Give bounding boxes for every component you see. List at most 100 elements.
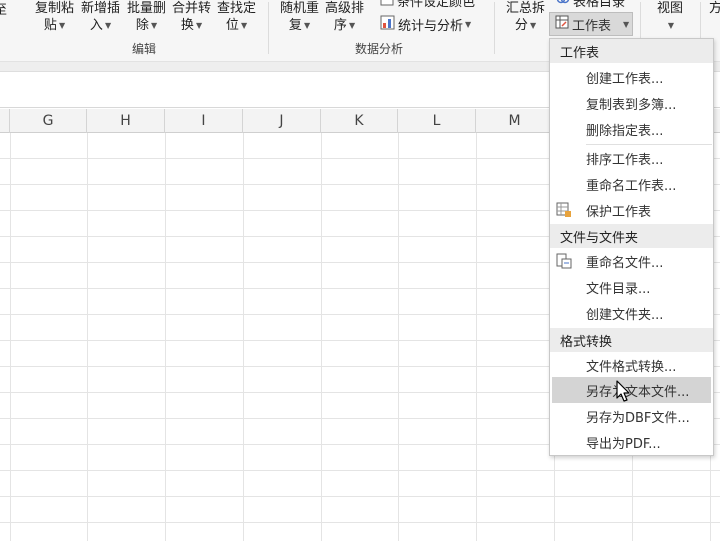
copy-paste-label: 复制粘 (35, 1, 75, 16)
random-repeat-label: 随机重 (280, 1, 320, 16)
menu-item-label: 删除指定表... (586, 123, 664, 139)
rename-file-icon (556, 253, 572, 269)
merge-convert-label-2: 换 (180, 18, 194, 33)
batch-delete-button[interactable]: 批量删 除 ▼ (127, 0, 166, 34)
insert-label-2: 入 (89, 18, 103, 33)
menu-item-protect-sheets[interactable]: 保护工作表 (550, 197, 713, 223)
stats-analysis-label: 统计与分析 (398, 19, 464, 34)
grid-line-horizontal (0, 522, 720, 523)
column-header-i[interactable]: I (165, 109, 243, 133)
menu-item-label: 重命名工作表... (586, 178, 677, 194)
column-header-k[interactable]: K (321, 109, 398, 133)
menu-item-rename-files[interactable]: 重命名文件... (550, 248, 713, 274)
conditional-color-label: 条件设定颜色 (397, 0, 476, 10)
menu-item-label: 排序工作表... (586, 152, 664, 168)
menu-item-export-pdf[interactable]: 导出为PDF... (550, 429, 713, 455)
ribbon-edge-right-label: 方 (709, 1, 720, 16)
caret-down-icon: ▼ (529, 21, 537, 30)
grid-line-vertical (321, 133, 322, 541)
column-header-g[interactable]: G (10, 109, 87, 133)
copy-paste-label-2: 贴 (43, 18, 57, 33)
conditional-format-icon (380, 0, 394, 10)
column-header-m[interactable]: M (476, 109, 554, 133)
stats-analysis-button[interactable]: 统计与分析 ▼ (380, 15, 471, 34)
summary-split-button[interactable]: 汇总拆 分 ▼ (506, 0, 545, 34)
caret-down-icon: ▼ (240, 21, 248, 30)
column-header-h[interactable]: H (87, 109, 165, 133)
ribbon-edge-right[interactable]: 方 (709, 0, 720, 17)
group-divider (268, 2, 269, 54)
menu-item-label: 文件格式转换... (586, 359, 677, 375)
grid-line-vertical (398, 133, 399, 541)
group-label-edit: 编辑 (132, 42, 157, 56)
column-header-l[interactable]: L (398, 109, 476, 133)
menu-item-label: 创建工作表... (586, 71, 664, 87)
caret-down-icon: ▼ (623, 19, 630, 29)
worksheet-dropdown-button[interactable]: 工作表 ▼ (549, 12, 633, 36)
caret-down-icon: ▼ (150, 21, 158, 30)
caret-down-icon: ▼ (667, 21, 675, 30)
menu-item-delete-sheets[interactable]: 删除指定表... (550, 116, 713, 142)
conditional-color-button[interactable]: 条件设定颜色 (380, 0, 475, 10)
spreadsheet-window: 至 复制粘 贴 ▼ 新增插 入 ▼ 批量删 除 ▼ 合并转 换 ▼ 查找定 位 ▼ 随机重… (0, 0, 720, 541)
menu-item-file-directory[interactable]: 文件目录... (550, 274, 713, 300)
ribbon-edge-fragment: 至 (0, 3, 8, 18)
menu-item-label: 文件目录... (586, 281, 651, 297)
batch-delete-label: 批量删 (127, 1, 167, 16)
advanced-sort-label: 高级排 (325, 1, 365, 16)
menu-item-sort-sheets[interactable]: 排序工作表... (550, 145, 713, 171)
menu-item-label: 创建文件夹... (586, 307, 664, 323)
grid-line-vertical (87, 133, 88, 541)
advanced-sort-button[interactable]: 高级排 序 ▼ (325, 0, 364, 34)
menu-item-create-folders[interactable]: 创建文件夹... (550, 300, 713, 326)
caret-down-icon: ▼ (195, 21, 203, 30)
link-icon (556, 0, 570, 10)
random-repeat-button[interactable]: 随机重 复 ▼ (280, 0, 319, 34)
menu-item-label: 重命名文件... (586, 255, 664, 271)
view-button[interactable]: 视图 ▼ (657, 0, 683, 34)
grid-line-horizontal (0, 496, 720, 497)
caret-down-icon: ▼ (58, 21, 66, 30)
random-repeat-label-2: 复 (288, 18, 302, 33)
find-locate-button[interactable]: 查找定 位 ▼ (217, 0, 256, 34)
menu-item-save-as-dbf[interactable]: 另存为DBF文件... (550, 403, 713, 429)
mouse-cursor-icon (616, 380, 630, 402)
menu-section-files-folders: 文件与文件夹 (550, 224, 713, 248)
copy-paste-button[interactable]: 复制粘 贴 ▼ (35, 0, 74, 34)
view-label: 视图 (657, 1, 684, 16)
caret-down-icon: ▼ (348, 21, 356, 30)
protect-sheet-icon (556, 202, 572, 218)
menu-item-create-worksheet[interactable]: 创建工作表... (550, 64, 713, 90)
caret-down-icon: ▼ (465, 20, 472, 29)
table-directory-button[interactable]: 表格目录 (556, 0, 625, 10)
menu-item-copy-to-workbooks[interactable]: 复制表到多簿... (550, 90, 713, 116)
insert-label: 新增插 (81, 1, 121, 16)
menu-item-label: 保护工作表 (586, 204, 652, 220)
column-header-partial[interactable] (0, 109, 10, 133)
worksheet-label: 工作表 (572, 18, 612, 34)
grid-line-horizontal (0, 470, 720, 471)
find-locate-label-2: 位 (225, 18, 239, 33)
insert-button[interactable]: 新增插 入 ▼ (81, 0, 120, 34)
menu-item-label: 另存为DBF文件... (586, 410, 690, 426)
grid-line-vertical (243, 133, 244, 541)
column-header-j[interactable]: J (243, 109, 321, 133)
menu-item-label: 复制表到多簿... (586, 97, 677, 113)
grid-line-vertical (165, 133, 166, 541)
summary-split-label: 汇总拆 (506, 1, 546, 16)
menu-item-rename-sheets[interactable]: 重命名工作表... (550, 171, 713, 197)
stats-analysis-icon (380, 15, 395, 34)
grid-line-vertical (476, 133, 477, 541)
menu-item-file-format-convert[interactable]: 文件格式转换... (550, 352, 713, 378)
menu-section-format-conversion: 格式转换 (550, 328, 713, 352)
group-label-data-analysis: 数据分析 (355, 42, 404, 56)
summary-split-label-2: 分 (514, 18, 528, 33)
worksheet-icon (555, 15, 569, 33)
grid-line-vertical (10, 133, 11, 541)
merge-convert-label: 合并转 (172, 1, 212, 16)
find-locate-label: 查找定 (217, 1, 257, 16)
table-directory-label: 表格目录 (573, 0, 626, 10)
advanced-sort-label-2: 序 (333, 18, 347, 33)
merge-convert-button[interactable]: 合并转 换 ▼ (172, 0, 211, 34)
caret-down-icon: ▼ (303, 21, 311, 30)
